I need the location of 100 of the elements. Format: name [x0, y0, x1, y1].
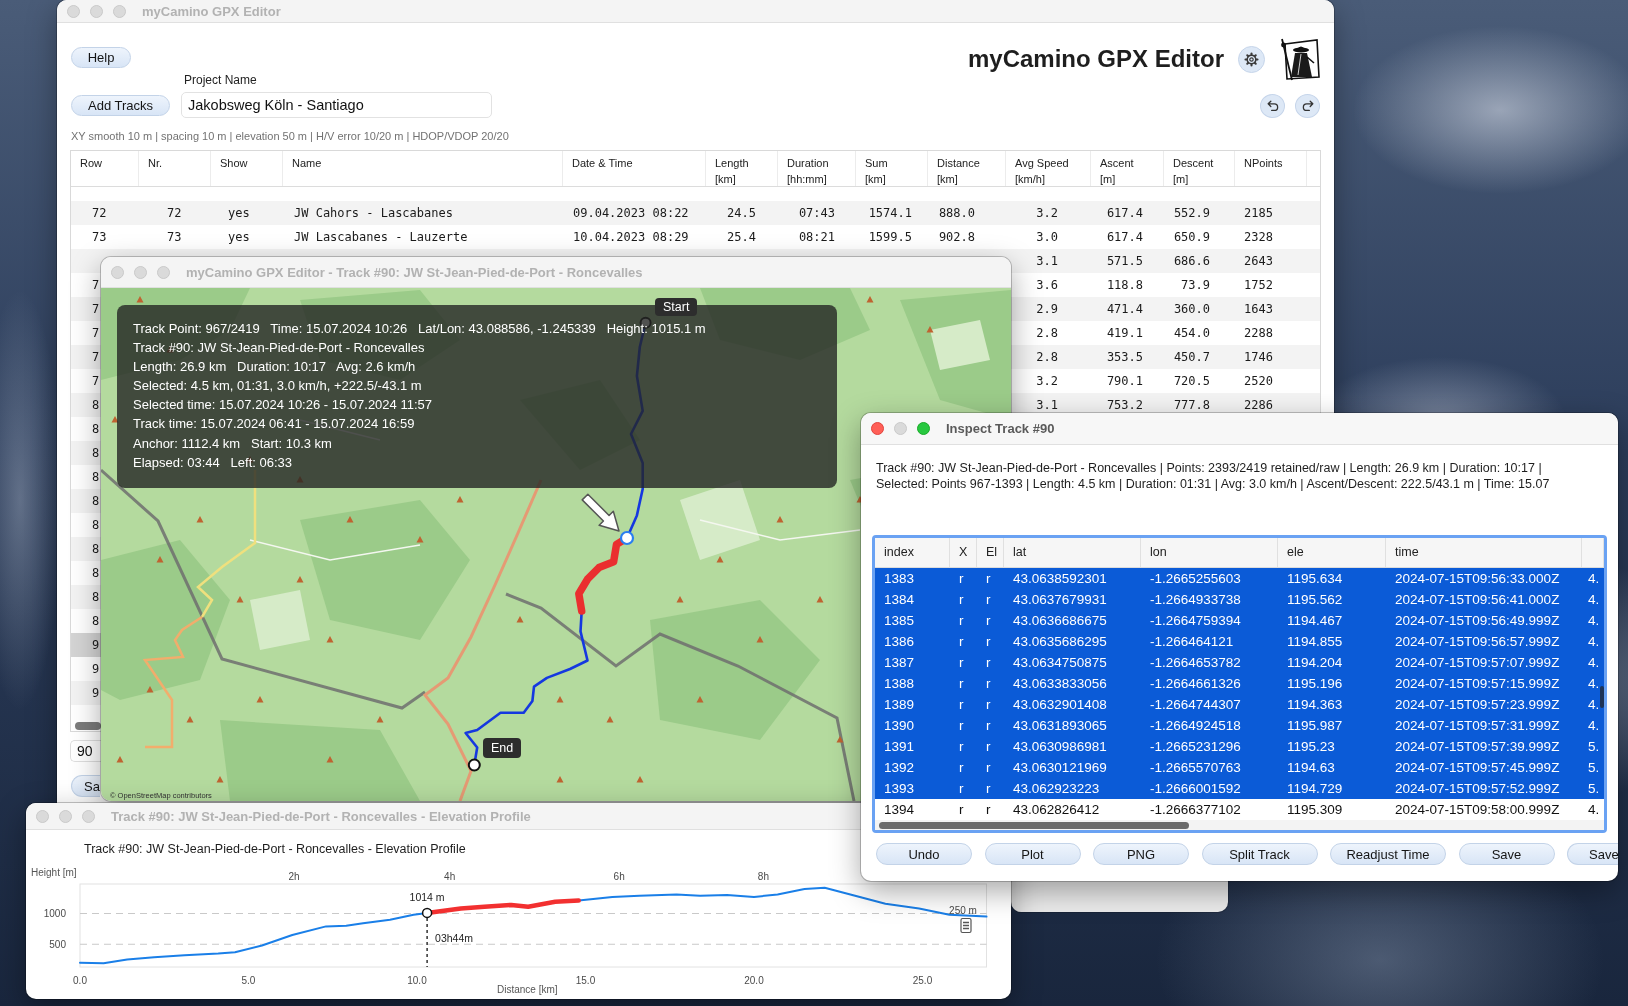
table-cell-text: 888.0	[937, 205, 976, 222]
track-info-line: Track time: 15.07.2024 06:41 - 15.07.2024 16:59	[133, 415, 415, 434]
readjust-time-button[interactable]: Readjust Time	[1330, 843, 1446, 865]
table-cell: 2024-07-15T09:57:31.999Z	[1386, 715, 1582, 736]
table-cell-text: 2.9	[1035, 301, 1059, 318]
column-header[interactable]: El	[977, 538, 1004, 567]
table-cell: -1.2664744307	[1141, 694, 1278, 715]
table-cell: 1392	[875, 757, 950, 778]
close-button[interactable]	[871, 422, 884, 435]
column-header[interactable]: Descent [m]	[1164, 151, 1235, 186]
column-header[interactable]: time	[1386, 538, 1582, 567]
table-cell: r	[977, 631, 1004, 652]
window-title: Inspect Track #90	[946, 421, 1055, 436]
column-header[interactable]: Sum [km]	[856, 151, 928, 186]
column-header[interactable]: Avg Speed [km/h]	[1006, 151, 1091, 186]
undo-button[interactable]: Undo	[876, 843, 972, 865]
axis-tick-label: 15.0	[575, 975, 596, 986]
cut-off-button[interactable]: Sa	[71, 775, 100, 797]
minimize-button[interactable]	[59, 809, 72, 823]
track-summary-line: Track #90: JW St-Jean-Pied-de-Port - Roncevalles | Points: 2393/2419 retained/raw | Length: 26.9 km | Duration: 10:17 |	[876, 460, 1542, 476]
arrow-icon	[581, 493, 620, 532]
table-cell: -1.2664653782	[1141, 652, 1278, 673]
point-marker-icon[interactable]	[421, 907, 433, 919]
window-title: Track #90: JW St-Jean-Pied-de-Port - Roncevalles - Elevation Profile	[111, 808, 531, 824]
column-header[interactable]: Nr.	[139, 151, 211, 186]
split-track-button[interactable]: Split Track	[1201, 843, 1318, 865]
settings-button[interactable]	[1238, 45, 1265, 73]
table-cell-text: 3.1	[1035, 253, 1059, 270]
table-cell: 2024-07-15T09:57:07.999Z	[1386, 652, 1582, 673]
column-header[interactable]: ele	[1278, 538, 1386, 567]
undo-button[interactable]	[1260, 94, 1285, 118]
table-cell: r	[977, 610, 1004, 631]
table-cell: 1194.729	[1278, 778, 1386, 799]
grip-icon[interactable]	[960, 917, 972, 934]
axis-tick-label: 1000	[43, 908, 66, 919]
table-cell-text: 617.4	[1105, 229, 1144, 246]
column-header[interactable]: Ascent [m]	[1091, 151, 1164, 186]
column-header[interactable]: X	[950, 538, 977, 567]
scrollbar-thumb[interactable]	[879, 821, 1189, 829]
column-header[interactable]: Row	[71, 151, 139, 186]
zoom-button[interactable]	[82, 809, 95, 823]
track-points-table[interactable]	[872, 535, 1607, 833]
column-header[interactable]: Length [km]	[706, 151, 778, 186]
zoom-button[interactable]	[157, 265, 170, 279]
column-header[interactable]: Duration [hh:mm]	[778, 151, 856, 186]
settings-icon	[1244, 51, 1259, 67]
zoom-button[interactable]	[917, 422, 930, 435]
help-button[interactable]: Help	[71, 47, 131, 68]
png-button[interactable]: PNG	[1093, 843, 1189, 865]
table-cell-text: 1599.5	[867, 229, 913, 246]
table-cell: 1195.987	[1278, 715, 1386, 736]
table-cell: r	[950, 715, 977, 736]
column-header[interactable]: lat	[1004, 538, 1141, 567]
column-header[interactable]: Distance [km]	[928, 151, 1006, 186]
save-button[interactable]: Save	[1458, 843, 1555, 865]
table-cell-text: 2286	[1243, 397, 1274, 414]
axis-tick-label: 0.0	[73, 975, 87, 986]
table-cell-text: 118.8	[1105, 277, 1144, 294]
column-header[interactable]: index	[875, 538, 950, 567]
minimize-button[interactable]	[894, 422, 907, 435]
table-cell: r	[977, 673, 1004, 694]
track-info-line: Selected: 4.5 km, 01:31, 3.0 km/h, +222.5/-43.1 m	[133, 377, 422, 396]
column-header[interactable]: Show	[211, 151, 283, 186]
table-cell: 2024-07-15T09:56:57.999Z	[1386, 631, 1582, 652]
table-cell: 1194.363	[1278, 694, 1386, 715]
scrollbar-thumb[interactable]	[1600, 686, 1604, 708]
table-cell: -1.2666001592	[1141, 778, 1278, 799]
table-cell-text: 8	[91, 589, 101, 606]
save-button[interactable]: Save	[1567, 843, 1618, 865]
redo-icon	[1300, 99, 1315, 113]
table-cell: -1.2664661326	[1141, 673, 1278, 694]
plot-button[interactable]: Plot	[984, 843, 1081, 865]
scrollbar-thumb[interactable]	[75, 722, 101, 730]
column-header[interactable]: lon	[1141, 538, 1278, 567]
add-tracks-button[interactable]: Add Tracks	[71, 94, 170, 116]
column-header[interactable]: NPoints	[1235, 151, 1307, 186]
column-header[interactable]: Date & Time	[563, 151, 706, 186]
table-cell-text: 454.0	[1172, 325, 1211, 342]
table-cell: 1194.204	[1278, 652, 1386, 673]
selected-point-marker-icon[interactable]	[619, 530, 635, 546]
window-title: myCamino GPX Editor	[142, 3, 281, 19]
table-cell: r	[950, 736, 977, 757]
table-cell: 4.	[1582, 652, 1604, 673]
axis-tick-label: 25.0	[912, 975, 933, 986]
table-cell: r	[950, 673, 977, 694]
redo-button[interactable]	[1295, 94, 1320, 118]
minimize-button[interactable]	[134, 265, 147, 279]
axis-tick-label: 4h	[444, 871, 456, 882]
minimize-button[interactable]	[90, 4, 103, 18]
table-cell-text: 552.9	[1172, 205, 1211, 222]
table-cell: r	[950, 694, 977, 715]
table-cell-text: 72	[166, 205, 183, 222]
table-cell: 43.0637679931	[1004, 589, 1141, 610]
zoom-button[interactable]	[113, 4, 126, 18]
column-header[interactable]: Name	[283, 151, 563, 186]
table-cell-text: yes	[227, 229, 251, 246]
track-info-line: Track Point: 967/2419 Time: 15.07.2024 10:26 Lat/Lon: 43.088586, -1.245339 Height: 1015.1 m	[133, 320, 706, 338]
project-name-field[interactable]: Jakobsweg Köln - Santiago	[181, 92, 492, 118]
end-marker-label: End	[483, 738, 522, 758]
table-cell-text: 360.0	[1172, 301, 1211, 318]
